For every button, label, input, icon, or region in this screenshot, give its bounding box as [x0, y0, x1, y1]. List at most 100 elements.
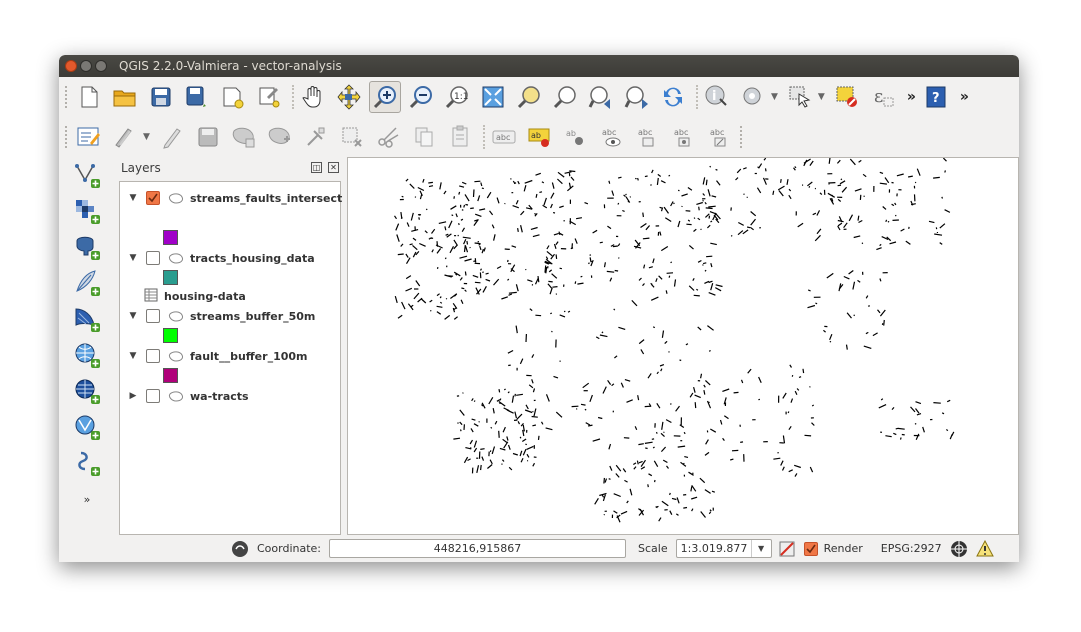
layer-labeling-icon[interactable]: ab: [524, 121, 556, 153]
deselect-icon[interactable]: [831, 81, 863, 113]
cut-features-icon[interactable]: [372, 121, 404, 153]
move-feature-icon[interactable]: [264, 121, 296, 153]
map-line-feature: [480, 448, 485, 450]
layer-symbol-swatch[interactable]: [163, 328, 178, 343]
map-line-feature: [862, 173, 867, 178]
add-feature-icon[interactable]: [228, 121, 260, 153]
collapse-arrow-icon[interactable]: ▼: [126, 351, 140, 361]
help-icon[interactable]: ?: [920, 81, 952, 113]
layer-visibility-checkbox[interactable]: [146, 389, 160, 403]
add-wfs-layer-icon[interactable]: [71, 411, 103, 443]
crs-status[interactable]: EPSG:2927: [881, 542, 942, 555]
composer-manager-icon[interactable]: [253, 81, 285, 113]
minimize-window-button[interactable]: [80, 60, 92, 72]
layer-row[interactable]: ▼ streams_buffer_50m: [120, 306, 315, 326]
pan-to-selection-icon[interactable]: [333, 81, 365, 113]
add-mssql-layer-icon[interactable]: [71, 303, 103, 335]
expression-select-icon[interactable]: ε: [867, 81, 899, 113]
close-window-button[interactable]: [65, 60, 77, 72]
layer-row[interactable]: housing-data: [120, 286, 246, 306]
layer-row[interactable]: ▼ streams_faults_intersect: [120, 188, 342, 208]
toggle-editing-icon[interactable]: [109, 121, 141, 153]
more-tools-button[interactable]: »: [907, 89, 916, 105]
close-panel-icon[interactable]: ✕: [328, 162, 339, 173]
maximize-window-button[interactable]: [95, 60, 107, 72]
add-raster-layer-icon[interactable]: [71, 195, 103, 227]
pan-icon[interactable]: [297, 81, 329, 113]
save-project-icon[interactable]: [145, 81, 177, 113]
layer-row[interactable]: ▼ tracts_housing_data: [120, 248, 315, 268]
messages-icon[interactable]: [231, 540, 249, 558]
zoom-full-icon[interactable]: [477, 81, 509, 113]
map-line-feature: [788, 469, 793, 473]
render-checkbox[interactable]: [803, 541, 818, 556]
warning-icon[interactable]: [975, 539, 994, 558]
layer-visibility-checkbox[interactable]: [146, 191, 160, 205]
zoom-to-selection-icon[interactable]: [513, 81, 545, 113]
toolbar-handle[interactable]: [65, 86, 69, 108]
change-label-icon[interactable]: abc: [704, 121, 736, 153]
open-project-icon[interactable]: [109, 81, 141, 113]
select-dropdown[interactable]: ▼: [818, 92, 825, 102]
save-as-icon[interactable]: [181, 81, 213, 113]
move-label-icon[interactable]: abc: [632, 121, 664, 153]
more-layer-tools-icon[interactable]: »: [84, 493, 91, 506]
chevron-down-icon[interactable]: ▼: [750, 540, 771, 557]
zoom-out-icon[interactable]: [405, 81, 437, 113]
refresh-icon[interactable]: [657, 81, 689, 113]
stop-rendering-icon[interactable]: [778, 540, 796, 558]
toggle-editing-dropdown[interactable]: ▼: [143, 132, 150, 142]
zoom-to-layer-icon[interactable]: [549, 81, 581, 113]
select-icon[interactable]: [784, 81, 816, 113]
layer-visibility-checkbox[interactable]: [146, 349, 160, 363]
new-project-icon[interactable]: [73, 81, 105, 113]
layer-symbol-swatch[interactable]: [163, 270, 178, 285]
zoom-next-icon[interactable]: [621, 81, 653, 113]
show-hide-labels-icon[interactable]: abc: [596, 121, 628, 153]
rotate-label-icon[interactable]: abc: [668, 121, 700, 153]
pin-labels-icon[interactable]: ab: [560, 121, 592, 153]
zoom-actual-icon[interactable]: 1:1: [441, 81, 473, 113]
layer-visibility-checkbox[interactable]: [146, 309, 160, 323]
action-dropdown[interactable]: ▼: [771, 92, 778, 102]
layer-symbol-swatch[interactable]: [163, 230, 178, 245]
layer-name: streams_faults_intersect: [190, 191, 343, 205]
delete-selected-icon[interactable]: [336, 121, 368, 153]
collapse-arrow-icon[interactable]: ▼: [126, 193, 140, 203]
scale-combobox[interactable]: 1:3.019.877 ▼: [675, 539, 772, 558]
edit-pencil-icon[interactable]: [156, 121, 188, 153]
label-icon[interactable]: abc: [488, 121, 520, 153]
add-spatialite-layer-icon[interactable]: [71, 267, 103, 299]
expand-arrow-icon[interactable]: ▶: [126, 391, 140, 401]
copy-features-icon[interactable]: [408, 121, 440, 153]
node-tool-icon[interactable]: [300, 121, 332, 153]
add-wcs-layer-icon[interactable]: [71, 375, 103, 407]
new-print-composer-icon[interactable]: [217, 81, 249, 113]
current-edits-icon[interactable]: [73, 121, 105, 153]
projection-globe-icon[interactable]: [950, 540, 968, 558]
save-edits-icon[interactable]: [192, 121, 224, 153]
more-tools-button-2[interactable]: »: [960, 89, 969, 105]
add-postgis-layer-icon[interactable]: [71, 231, 103, 263]
coordinate-field[interactable]: 448216,915867: [329, 539, 627, 558]
toolbar-handle[interactable]: [65, 126, 69, 148]
new-shapefile-icon[interactable]: [71, 447, 103, 479]
layer-row[interactable]: ▼ fault__buffer_100m: [120, 346, 308, 366]
action-icon[interactable]: [737, 81, 769, 113]
map-canvas[interactable]: [347, 148, 1019, 535]
layer-visibility-checkbox[interactable]: [146, 251, 160, 265]
zoom-last-icon[interactable]: [585, 81, 617, 113]
toolbar-handle[interactable]: [739, 126, 744, 148]
zoom-in-icon[interactable]: [369, 81, 401, 113]
map-line-feature: [707, 189, 711, 197]
collapse-arrow-icon[interactable]: ▼: [126, 311, 140, 321]
float-panel-icon[interactable]: ◫: [311, 162, 322, 173]
paste-features-icon[interactable]: [444, 121, 476, 153]
add-wms-layer-icon[interactable]: [71, 339, 103, 371]
add-vector-layer-icon[interactable]: [71, 159, 103, 191]
collapse-arrow-icon[interactable]: ▼: [126, 253, 140, 263]
map-line-feature: [645, 225, 651, 231]
layer-row[interactable]: ▶ wa-tracts: [120, 386, 249, 406]
layer-symbol-swatch[interactable]: [163, 368, 178, 383]
identify-icon[interactable]: i: [701, 81, 733, 113]
